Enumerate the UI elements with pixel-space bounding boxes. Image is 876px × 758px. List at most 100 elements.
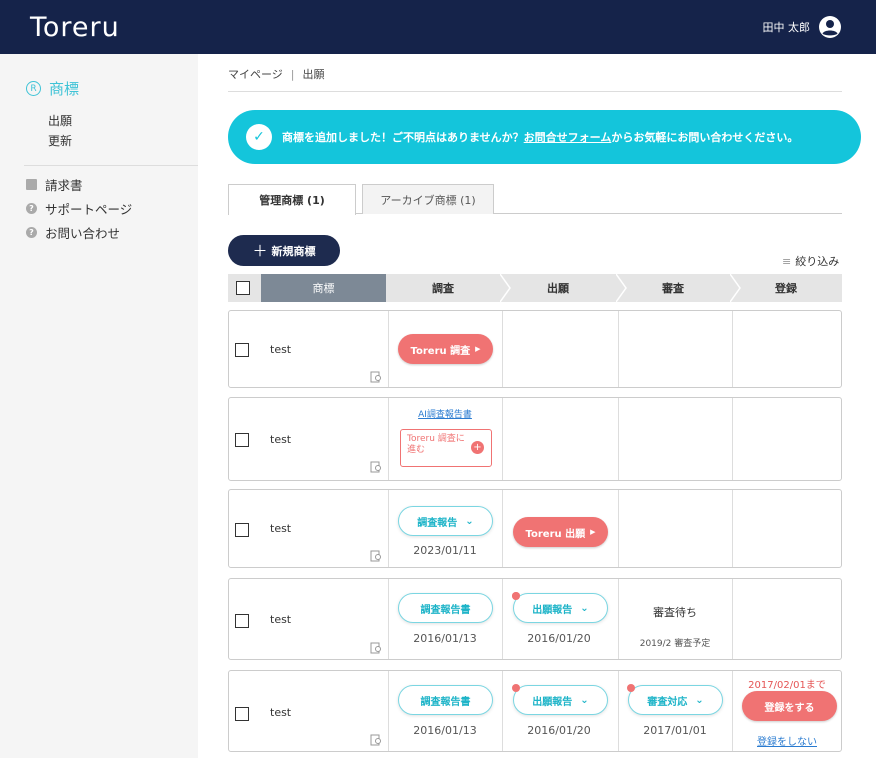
sidebar-item-invoice[interactable]: 請求書 (26, 172, 198, 196)
chevron-down-icon: ⌄ (580, 602, 589, 614)
application-report-label: 出願報告 (532, 696, 573, 708)
success-notice: ✓ 商標を追加しました！ご不明点はありませんか？ お問合せフォーム からお気軽にお問… (228, 110, 861, 164)
column-divider (388, 311, 389, 387)
mark-document-icon[interactable] (370, 642, 382, 654)
ai-survey-report-link[interactable]: AI調査報告書 (388, 407, 502, 420)
filter-button[interactable]: ≡ 絞り込み (782, 253, 839, 269)
breadcrumb-home[interactable]: マイページ (228, 68, 283, 81)
row-mark-name: test (270, 343, 292, 356)
column-header-mark: 商標 (261, 274, 386, 302)
row-mark-name: test (270, 706, 292, 719)
do-not-register-link[interactable]: 登録をしない (733, 733, 841, 748)
sidebar-item-renewal[interactable]: 更新 (48, 131, 198, 151)
survey-report-dropdown[interactable]: 調査報告 ⌄ (398, 506, 493, 536)
new-mark-button[interactable]: ＋ 新規商標 (228, 235, 340, 266)
row-checkbox[interactable] (235, 614, 249, 628)
application-report-label: 出願報告 (532, 604, 573, 616)
survey-date: 2016/01/13 (413, 632, 477, 645)
sidebar: R 商標 出願 更新 請求書 ? サポートページ ? お問い合わせ (0, 54, 198, 758)
column-divider (502, 671, 503, 751)
toreru-survey-button[interactable]: Toreru 調査 ▶ (398, 334, 493, 364)
user-menu[interactable]: 田中 太郎 (763, 15, 843, 39)
column-divider (618, 398, 619, 480)
column-divider (618, 490, 619, 567)
breadcrumb-current: 出願 (302, 68, 325, 81)
notice-text-after: からお気軽にお問い合わせください。 (611, 131, 799, 144)
column-header-registration: 登録 (775, 282, 797, 295)
examination-date: 2017/01/01 (643, 724, 707, 737)
user-avatar-icon[interactable] (818, 15, 842, 39)
user-name[interactable]: 田中 太郎 (763, 19, 811, 35)
filter-icon: ≡ (782, 254, 792, 268)
column-divider (732, 490, 733, 567)
notice-text-before: 商標を追加しました！ご不明点はありませんか？ (282, 131, 524, 144)
tab-managed-marks[interactable]: 管理商標 (1) (228, 184, 356, 215)
notification-dot (512, 592, 520, 600)
column-header-survey: 調査 (432, 282, 454, 295)
application-report-dropdown[interactable]: 出願報告 ⌄ (513, 685, 608, 715)
mark-document-icon[interactable] (370, 734, 382, 746)
survey-report-label: 調査報告書 (420, 696, 471, 708)
breadcrumb-separator: | (290, 68, 295, 81)
column-header-examination: 審査 (662, 282, 684, 295)
column-divider (502, 398, 503, 480)
row-checkbox[interactable] (235, 523, 249, 537)
table-row: test Toreru 調査 ▶ (228, 310, 842, 388)
tab-archived-marks[interactable]: アーカイブ商標 (1) (362, 184, 494, 214)
tab-bar: 管理商標 (1) アーカイブ商標 (1) (228, 184, 842, 215)
select-all-checkbox[interactable] (236, 281, 250, 295)
sidebar-item-contact[interactable]: ? お問い合わせ (26, 220, 198, 244)
column-header-application: 出願 (547, 282, 569, 295)
application-date: 2016/01/20 (527, 632, 591, 645)
help-icon: ? (26, 226, 37, 238)
survey-date: 2016/01/13 (413, 724, 477, 737)
check-icon: ✓ (246, 124, 272, 150)
survey-report-button[interactable]: 調査報告書 (398, 593, 493, 623)
row-checkbox[interactable] (235, 343, 249, 357)
sidebar-brand[interactable]: R 商標 (0, 54, 198, 99)
table-row: test 調査報告書 2016/01/13 出願報告 ⌄ 2016/01/20 審… (228, 670, 842, 752)
column-divider (502, 579, 503, 659)
application-report-dropdown[interactable]: 出願報告 ⌄ (513, 593, 608, 623)
new-mark-label: 新規商標 (271, 244, 316, 258)
column-divider (732, 398, 733, 480)
mark-document-icon[interactable] (370, 371, 382, 383)
toreru-logo[interactable]: Toreru (30, 12, 120, 43)
row-checkbox[interactable] (235, 707, 249, 721)
survey-report-button[interactable]: 調査報告書 (398, 685, 493, 715)
plus-icon: ＋ (252, 242, 268, 260)
toreru-application-label: Toreru 出願 (525, 528, 586, 540)
step-chevron-icon (616, 274, 627, 302)
sidebar-item-application[interactable]: 出願 (48, 111, 198, 131)
proceed-toreru-survey-button[interactable]: Toreru 調査に 進む + (400, 429, 492, 467)
sidebar-brand-label: 商標 (49, 80, 80, 98)
toreru-application-button[interactable]: Toreru 出願 ▶ (513, 517, 608, 547)
column-divider (732, 311, 733, 387)
column-divider (388, 579, 389, 659)
sidebar-links: 請求書 ? サポートページ ? お問い合わせ (0, 166, 198, 244)
register-button[interactable]: 登録をする (742, 691, 837, 721)
row-mark-name: test (270, 613, 292, 626)
toreru-survey-label: Toreru 調査 (410, 345, 471, 357)
examination-response-dropdown[interactable]: 審査対応 ⌄ (628, 685, 723, 715)
filter-label: 絞り込み (795, 255, 840, 268)
column-divider (618, 311, 619, 387)
mark-document-icon[interactable] (370, 461, 382, 473)
column-divider (618, 671, 619, 751)
mark-document-icon[interactable] (370, 550, 382, 562)
chevron-down-icon: ⌄ (580, 694, 589, 706)
row-mark-name: test (270, 433, 292, 446)
examination-status: 審査待ち (653, 606, 697, 619)
document-icon (26, 178, 37, 190)
sidebar-item-label: サポートページ (45, 201, 133, 217)
row-checkbox[interactable] (235, 433, 249, 447)
sidebar-item-support[interactable]: ? サポートページ (26, 196, 198, 220)
step-chevron-icon (730, 274, 741, 302)
notification-dot (512, 684, 520, 692)
contact-form-link[interactable]: お問合せフォーム (524, 129, 612, 145)
column-divider (502, 311, 503, 387)
sidebar-item-label: お問い合わせ (45, 225, 121, 241)
chevron-down-icon: ⌄ (465, 515, 474, 527)
table-header: 商標 調査 出願 審査 登録 (228, 274, 842, 302)
breadcrumb: マイページ | 出願 (228, 54, 842, 92)
